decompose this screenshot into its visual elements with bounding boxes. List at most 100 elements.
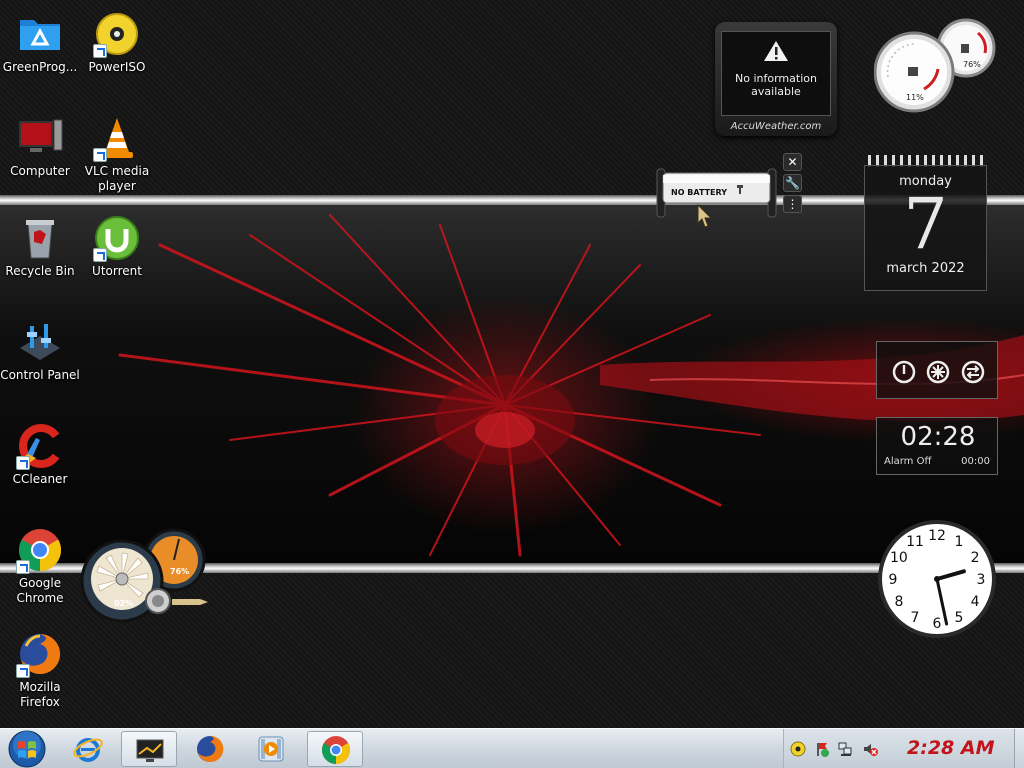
- analog-clock-gadget[interactable]: 12 1 2 3 4 5 6 7 8 9 10 11: [876, 518, 998, 640]
- switch-user-button[interactable]: [961, 360, 985, 384]
- start-button[interactable]: [4, 730, 50, 768]
- taskbar-internet-explorer[interactable]: [60, 731, 116, 767]
- taskbar-gadget-window[interactable]: [121, 731, 177, 767]
- calendar-month-year: march 2022: [886, 261, 965, 276]
- desktop-icon-control-panel[interactable]: Control Panel: [0, 318, 80, 383]
- wrench-icon: 🔧: [785, 176, 800, 190]
- clock-number-4: 4: [971, 594, 980, 610]
- gadget-options-button[interactable]: 🔧: [783, 174, 802, 192]
- desktop-icon-label: CCleaner: [12, 472, 68, 486]
- recycle-bin-icon: [16, 214, 64, 262]
- analog-clock-face: 12 12 3 45678 9 1011: [878, 520, 996, 638]
- clock-number-11: 11: [906, 534, 924, 550]
- desktop-icon-computer[interactable]: Computer: [0, 114, 80, 179]
- media-player-icon: [258, 736, 284, 762]
- taskbar-clock[interactable]: 2:28 AM: [907, 737, 995, 759]
- calendar-day: 7: [903, 183, 948, 265]
- drive-right-percent: 76%: [170, 567, 190, 576]
- desktop-icon-mozilla-firefox[interactable]: Mozilla Firefox: [0, 630, 80, 710]
- alarm-set-time: 00:00: [961, 456, 990, 467]
- drive-gauge-icon: [80, 528, 208, 623]
- chrome-icon: [16, 526, 64, 574]
- desktop-icon-poweriso[interactable]: PowerISO: [77, 10, 157, 75]
- shutdown-button[interactable]: [892, 360, 916, 384]
- calendar-gadget[interactable]: monday 7 march 2022: [864, 155, 987, 291]
- shortcut-arrow-icon: [93, 44, 107, 58]
- volume-muted-icon[interactable]: [862, 741, 878, 757]
- mouse-cursor-icon: [697, 204, 713, 228]
- battery-status-text: NO BATTERY: [671, 188, 728, 197]
- weather-message-line-1: No information: [735, 72, 817, 85]
- desktop-icon-label: Computer: [10, 164, 70, 178]
- control-panel-icon: [16, 318, 64, 366]
- close-icon: ✕: [787, 155, 798, 169]
- taskbar-chrome[interactable]: [307, 731, 363, 767]
- clock-number-6: 6: [933, 616, 942, 632]
- folder-icon: [16, 10, 64, 58]
- cpu-percent: 11%: [906, 93, 924, 102]
- desktop-icon-google-chrome[interactable]: Google Chrome: [0, 526, 80, 606]
- clock-number-5: 5: [955, 610, 964, 626]
- weather-gadget[interactable]: No information available AccuWeather.com: [715, 22, 837, 136]
- vlc-cone-icon: [93, 114, 141, 162]
- desktop-icon-recycle-bin[interactable]: Recycle Bin: [0, 214, 80, 279]
- desktop-icon-label: Utorrent: [92, 264, 142, 278]
- system-tray: 2:28 AM: [783, 729, 1024, 768]
- drag-grip-icon: ⋮: [786, 197, 799, 211]
- clock-number-10: 10: [890, 550, 908, 566]
- shortcut-arrow-icon: [16, 560, 30, 574]
- desktop-icon-ccleaner[interactable]: CCleaner: [0, 422, 80, 487]
- internet-explorer-icon: [73, 738, 103, 762]
- gadget-drag-handle[interactable]: ⋮: [783, 195, 802, 213]
- desktop-icon-label: Mozilla Firefox: [19, 680, 61, 709]
- taskbar-firefox[interactable]: [182, 731, 238, 767]
- taskbar-media-player[interactable]: [243, 731, 299, 767]
- desktop-icon-label: Google Chrome: [16, 576, 64, 605]
- clock-number-2: 2: [971, 550, 980, 566]
- alarm-current-time: 02:28: [900, 422, 976, 452]
- clock-number-12: 12: [928, 528, 946, 544]
- power-controls-gadget: [876, 341, 998, 399]
- show-desktop-button[interactable]: [1014, 729, 1024, 768]
- drive-meter-gadget[interactable]: 02% 76%: [80, 527, 212, 623]
- desktop-icon-vlc[interactable]: VLC media player: [77, 114, 157, 194]
- sleep-button[interactable]: [926, 360, 950, 384]
- warning-icon: [764, 41, 788, 61]
- clock-number-9: 9: [889, 572, 898, 588]
- taskbar: 2:28 AM: [0, 728, 1024, 768]
- desktop-icon-greenprog[interactable]: GreenProg...: [0, 10, 80, 75]
- ccleaner-icon: [16, 422, 64, 470]
- calendar-page: monday 7 march 2022: [864, 165, 987, 291]
- alarm-status: Alarm Off: [884, 456, 932, 467]
- clock-number-1: 1: [955, 534, 964, 550]
- shortcut-arrow-icon: [93, 248, 107, 262]
- chrome-icon: [322, 736, 350, 764]
- gadget-close-button[interactable]: ✕: [783, 153, 802, 171]
- weather-screen: No information available: [721, 31, 831, 116]
- firefox-icon: [197, 735, 224, 762]
- desktop-icon-label: VLC media player: [84, 164, 150, 193]
- gadget-window-icon: [136, 739, 164, 762]
- action-center-flag-icon[interactable]: [814, 741, 830, 757]
- weather-message: No information available: [722, 72, 830, 98]
- desktop-icon-label: PowerISO: [88, 60, 146, 74]
- poweriso-tray-icon[interactable]: [790, 741, 806, 757]
- drive-left-percent: 02%: [114, 599, 134, 608]
- shortcut-arrow-icon: [16, 456, 30, 470]
- alarm-clock-gadget[interactable]: 02:28 Alarm Off 00:00: [876, 417, 998, 475]
- weather-brand: AccuWeather.com: [730, 121, 822, 132]
- cpu-gauge-icon: [873, 18, 996, 113]
- computer-icon: [16, 114, 64, 162]
- utorrent-icon: [93, 214, 141, 262]
- desktop-icon-label: Control Panel: [0, 368, 80, 382]
- network-icon[interactable]: [837, 741, 853, 757]
- clock-number-8: 8: [894, 594, 903, 610]
- desktop-icon-label: Recycle Bin: [5, 264, 75, 278]
- memory-percent: 76%: [963, 60, 981, 69]
- desktop-icon-label: GreenProg...: [2, 60, 78, 74]
- cpu-meter-gadget[interactable]: 11% 76%: [873, 17, 1000, 113]
- desktop-icon-utorrent[interactable]: Utorrent: [77, 214, 157, 279]
- firefox-icon: [16, 630, 64, 678]
- shortcut-arrow-icon: [16, 664, 30, 678]
- weather-message-line-2: available: [751, 85, 801, 98]
